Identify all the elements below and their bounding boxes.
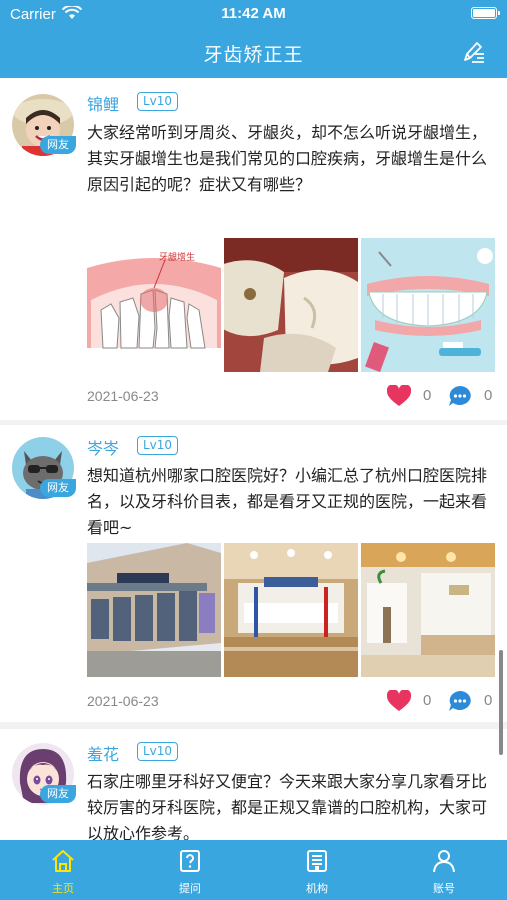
question-icon (180, 850, 200, 872)
post-date: 2021-06-23 (87, 388, 159, 404)
user-tag: 网友 (40, 785, 76, 803)
username[interactable]: 羞花 (87, 741, 119, 765)
like-icon[interactable] (387, 385, 411, 407)
tab-label: 提问 (179, 882, 201, 895)
post-images: 牙龈增生 (87, 238, 495, 372)
clock: 11:42 AM (221, 5, 286, 22)
building-icon (307, 850, 327, 872)
tab-bar: 主页 提问 机构 账号 (0, 840, 507, 900)
user-tag: 网友 (40, 479, 76, 497)
image-caption: 牙龈增生 (159, 251, 195, 263)
username[interactable]: 岑岑 (87, 435, 119, 459)
app-screen: Carrier 11:42 AM 牙齿矫正王 网友 锦鲤 Lv10 大家经常听到… (0, 0, 507, 900)
comment-icon[interactable] (448, 690, 472, 712)
tab-label: 账号 (433, 882, 455, 895)
tab-account[interactable]: 账号 (381, 840, 507, 900)
scrollbar[interactable] (499, 650, 503, 755)
like-count: 0 (423, 387, 432, 404)
user-tag: 网友 (40, 136, 76, 154)
tab-label: 主页 (52, 882, 74, 895)
page-title: 牙齿矫正王 (203, 44, 304, 66)
post-text[interactable]: 大家经常听到牙周炎、牙龈炎，却不怎么听说牙龈增生，其实牙龈增生也是我们常见的口腔… (87, 120, 495, 198)
like-count: 0 (423, 692, 432, 709)
status-bar: Carrier 11:42 AM (0, 0, 507, 28)
tab-ask[interactable]: 提问 (127, 840, 253, 900)
username[interactable]: 锦鲤 (87, 91, 119, 115)
level-badge: Lv10 (137, 436, 179, 455)
home-icon (52, 850, 74, 872)
post-images (87, 543, 495, 677)
top-bar: Carrier 11:42 AM 牙齿矫正王 (0, 0, 507, 78)
level-badge: Lv10 (137, 742, 179, 761)
post-image[interactable] (224, 543, 358, 677)
level-badge: Lv10 (137, 92, 179, 111)
post-date: 2021-06-23 (87, 693, 159, 709)
tab-home[interactable]: 主页 (0, 840, 126, 900)
post-card[interactable]: 网友 锦鲤 Lv10 大家经常听到牙周炎、牙龈炎，却不怎么听说牙龈增生，其实牙龈… (0, 78, 507, 420)
post-text[interactable]: 想知道杭州哪家口腔医院好？小编汇总了杭州口腔医院排名，以及牙科价目表，都是看牙又… (87, 463, 495, 541)
comment-icon[interactable] (448, 385, 472, 407)
user-icon (433, 850, 455, 873)
like-icon[interactable] (387, 690, 411, 712)
post-card[interactable]: 网友 羞花 Lv10 石家庄哪里牙科好又便宜？今天来跟大家分享几家看牙比较厉害的… (0, 729, 507, 840)
post-image[interactable] (361, 238, 495, 372)
battery-icon (471, 7, 500, 19)
post-card[interactable]: 网友 岑岑 Lv10 想知道杭州哪家口腔医院好？小编汇总了杭州口腔医院排名，以及… (0, 425, 507, 722)
tab-label: 机构 (306, 882, 328, 895)
post-feed[interactable]: 网友 锦鲤 Lv10 大家经常听到牙周炎、牙龈炎，却不怎么听说牙龈增生，其实牙龈… (0, 78, 507, 840)
tab-institutions[interactable]: 机构 (254, 840, 380, 900)
comment-count: 0 (484, 692, 493, 709)
compose-icon[interactable] (461, 40, 485, 64)
post-image[interactable] (224, 238, 358, 372)
post-image[interactable] (87, 543, 221, 677)
post-text[interactable]: 石家庄哪里牙科好又便宜？今天来跟大家分享几家看牙比较厉害的牙科医院，都是正规又靠… (87, 769, 495, 840)
post-image[interactable] (361, 543, 495, 677)
post-image[interactable]: 牙龈增生 (87, 238, 221, 372)
comment-count: 0 (484, 387, 493, 404)
